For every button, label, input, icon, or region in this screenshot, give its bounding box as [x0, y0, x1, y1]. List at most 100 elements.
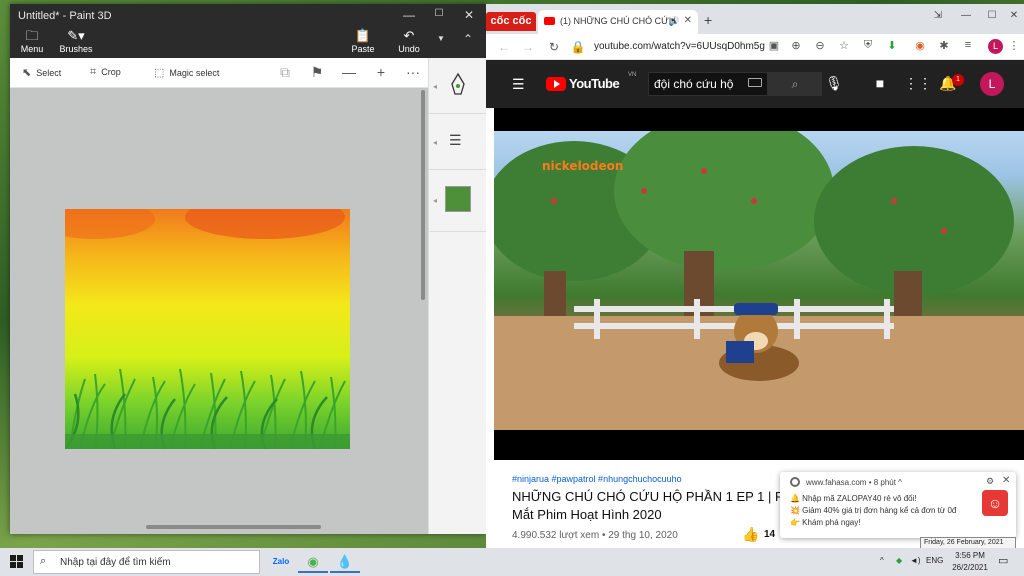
- color-section[interactable]: ◂: [429, 170, 487, 232]
- apps-grid-icon[interactable]: ⋮⋮: [904, 75, 932, 92]
- video-hashtags[interactable]: #ninjarua #pawpatrol #nhungchuchocuuho: [512, 474, 792, 484]
- select-button[interactable]: ⬉ Select: [22, 66, 61, 79]
- drawing-canvas[interactable]: [65, 209, 350, 449]
- paint-title-bar: Untitled* - Paint 3D — ☐ ✕ 🗀 Menu ✎▾ Bru…: [10, 4, 486, 58]
- shield-icon[interactable]: ⛨: [860, 39, 876, 52]
- undo-icon: ↶: [403, 28, 415, 43]
- adjust-section[interactable]: ◂ ☰: [429, 114, 487, 170]
- lock-icon: 🔒: [570, 40, 586, 54]
- nickelodeon-logo: nickelodeon: [542, 159, 624, 173]
- coccoc-logo[interactable]: cốc cốc: [486, 12, 536, 31]
- undo-button[interactable]: ↶ Undo: [389, 28, 429, 54]
- zoom-out-button[interactable]: —: [340, 64, 358, 80]
- paste-button[interactable]: 📋 Paste: [343, 28, 383, 54]
- color-swatch[interactable]: [445, 186, 471, 212]
- undo-label: Undo: [398, 44, 420, 54]
- youtube-play-icon: [546, 77, 566, 91]
- notification-line-2: 💥 Giảm 40% giá trị đơn hàng kể cả đơn từ…: [790, 506, 957, 515]
- country-code: VN: [628, 72, 637, 78]
- notification-source: www.fahasa.com • 8 phút ^: [806, 478, 902, 487]
- magic-select-button[interactable]: ⬚ Magic select: [154, 66, 219, 79]
- action-center-icon[interactable]: ▭: [998, 554, 1008, 567]
- taskbar-clock[interactable]: 3:56 PM 26/2/2021: [950, 550, 990, 574]
- fahasa-mascot-icon: ☺: [982, 490, 1008, 516]
- horizontal-scrollbar[interactable]: [146, 525, 321, 529]
- forward-icon[interactable]: →: [520, 40, 536, 54]
- speaker-icon[interactable]: 🔊: [669, 10, 680, 32]
- chevron-down-icon[interactable]: ▼: [430, 34, 452, 43]
- pen-icon: [451, 72, 465, 95]
- video-title: NHỮNG CHÚ CHÓ CỨU HỘ PHẦN 1 EP 1 | Ra Mắ…: [512, 489, 792, 522]
- brush-tool-section[interactable]: ◂: [429, 58, 487, 114]
- browser-profile-avatar[interactable]: L: [988, 39, 1003, 54]
- brushes-label: Brushes: [59, 44, 93, 54]
- bookmark-star-icon[interactable]: ☆: [836, 39, 852, 52]
- crop-label: Crop: [101, 67, 121, 77]
- coccoc-extension-icon[interactable]: ◉: [912, 39, 928, 52]
- chevron-up-icon[interactable]: ⌃: [457, 32, 479, 46]
- youtube-avatar[interactable]: L: [980, 72, 1004, 96]
- back-icon[interactable]: ←: [496, 40, 512, 54]
- like-count: 14: [764, 529, 776, 540]
- video-frame[interactable]: nickelodeon: [494, 131, 1024, 430]
- zoom-icon[interactable]: ⊖: [812, 39, 828, 52]
- keyboard-icon[interactable]: [748, 78, 762, 87]
- hamburger-menu-icon[interactable]: ☰: [512, 76, 525, 93]
- crop-button[interactable]: ⌗ Crop: [90, 66, 121, 79]
- close-icon[interactable]: ✕: [1002, 475, 1010, 486]
- microphone-icon[interactable]: 🎙: [824, 75, 844, 92]
- zoom-in-button[interactable]: +: [372, 64, 390, 80]
- paint3d-app-icon[interactable]: 💧: [330, 551, 360, 573]
- windows-start-icon[interactable]: [10, 555, 24, 569]
- create-video-icon[interactable]: ■: [870, 75, 890, 91]
- tray-chevron-icon[interactable]: ^: [880, 556, 884, 565]
- coccoc-app-icon[interactable]: ◉: [298, 551, 328, 573]
- speaker-icon[interactable]: ◄): [910, 556, 921, 565]
- magic-select-icon: ⬚: [154, 67, 165, 79]
- flag-icon[interactable]: ⚑: [308, 64, 326, 81]
- taskbar: ⌕ Nhập tại đây để tìm kiếm Zalo ◉ 💧 ^ ◆ …: [0, 548, 1024, 576]
- browser-close-button[interactable]: ✕: [1004, 10, 1024, 21]
- menu-button[interactable]: 🗀 Menu: [12, 28, 52, 54]
- menu-label: Menu: [20, 44, 44, 54]
- tray-app-icon[interactable]: ◆: [896, 556, 902, 565]
- zalo-app-icon[interactable]: Zalo: [266, 551, 296, 573]
- tab-youtube[interactable]: (1) NHỮNG CHÚ CHÓ CỨU 🔊 ✕: [538, 10, 698, 34]
- thumbs-up-icon[interactable]: 👍: [742, 526, 759, 543]
- clipboard-icon: 📋: [354, 28, 372, 43]
- brushes-button[interactable]: ✎▾ Brushes: [56, 28, 96, 54]
- paint-maximize-button[interactable]: ☐: [428, 8, 450, 19]
- youtube-search-button[interactable]: ⌕: [768, 72, 822, 96]
- camera-icon[interactable]: ▣: [766, 39, 782, 52]
- web-notification[interactable]: www.fahasa.com • 8 phút ^ ⚙ ✕ 🔔 Nhập mã …: [780, 472, 1016, 538]
- reload-icon[interactable]: ↻: [546, 40, 562, 54]
- gear-icon[interactable]: ⚙: [986, 476, 994, 487]
- tab-close-icon[interactable]: ✕: [684, 10, 692, 32]
- download-icon[interactable]: ⬇: [884, 39, 900, 52]
- sticker-icon[interactable]: ⧉: [276, 64, 294, 81]
- folder-icon: 🗀: [25, 28, 39, 43]
- puzzle-icon[interactable]: ✱: [936, 39, 952, 52]
- paint-close-button[interactable]: ✕: [458, 8, 480, 22]
- cursor-icon: ⬉: [22, 67, 32, 79]
- browser-toolbar: ← → ↻ 🔒 youtube.com/watch?v=6UUsqD0hm5g …: [486, 34, 1024, 60]
- playlist-icon[interactable]: ≡: [960, 39, 976, 51]
- paint-minimize-button[interactable]: —: [398, 8, 420, 22]
- paint-window-title: Untitled* - Paint 3D: [18, 10, 112, 22]
- address-bar[interactable]: youtube.com/watch?v=6UUsqD0hm5g: [594, 41, 765, 52]
- more-options-button[interactable]: ···: [404, 64, 422, 80]
- youtube-wordmark: YouTube: [569, 76, 620, 91]
- menu-dots-icon[interactable]: ⋮: [1006, 39, 1022, 52]
- new-tab-button[interactable]: +: [704, 12, 712, 28]
- add-icon[interactable]: ⊕: [788, 39, 804, 52]
- language-indicator[interactable]: ENG: [926, 556, 943, 565]
- browser-minimize-button[interactable]: —: [956, 10, 976, 21]
- chevron-left-icon: ◂: [433, 82, 438, 91]
- chevron-left-icon: ◂: [433, 138, 438, 147]
- paint-toolbar: ⬉ Select ⌗ Crop ⬚ Magic select ⧉ ⚑ — + ···: [10, 58, 486, 88]
- taskbar-search[interactable]: ⌕ Nhập tại đây để tìm kiếm: [33, 550, 260, 574]
- youtube-header: ☰ YouTube VN đội chó cứu hộ ⌕ 🎙 ■ ⋮⋮ 🔔 1…: [486, 60, 1024, 108]
- vertical-scrollbar[interactable]: [421, 90, 425, 300]
- tab-search-icon[interactable]: ⇲: [928, 10, 948, 21]
- browser-maximize-button[interactable]: ☐: [982, 10, 1002, 21]
